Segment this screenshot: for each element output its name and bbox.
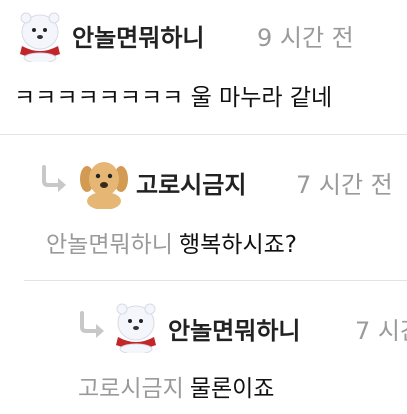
reply-comment-item: 고로시금지 7 시간 전 안놀면뭐하니 행복하시죠? <box>0 135 407 280</box>
polar-bear-avatar-icon[interactable] <box>14 10 66 62</box>
comment-body: 고로시금지 물론이죠 <box>78 369 274 403</box>
comment-author[interactable]: 고로시금지 <box>136 165 246 200</box>
comment-timestamp: 7 시간 전 <box>296 171 393 199</box>
reply-arrow-icon <box>42 165 66 192</box>
comment-author[interactable]: 안놀면뭐하니 <box>168 311 300 346</box>
comment-text: 행복하시죠? <box>178 232 297 258</box>
comment-item: 안놀면뭐하니 9 시간 전 ㅋㅋㅋㅋㅋㅋㅋㅋ 울 마누라 같네 <box>0 0 407 134</box>
comment-body: 안놀면뭐하니 행복하시죠? <box>46 225 297 259</box>
polar-bear-avatar-icon[interactable] <box>110 301 162 353</box>
comment-timestamp: 7 시간 전 <box>355 317 407 345</box>
reply-arrow-icon <box>80 311 104 338</box>
comment-author[interactable]: 안놀면뭐하니 <box>72 18 204 53</box>
comment-timestamp: 9 시간 전 <box>257 24 354 52</box>
reply-comment-item: 안놀면뭐하니 7 시간 전 고로시금지물론이죠 <box>0 281 407 414</box>
comment-body: ㅋㅋㅋㅋㅋㅋㅋㅋ 울 마누라 같네 <box>14 85 333 111</box>
mention-username[interactable]: 고로시금지 <box>78 376 184 402</box>
golden-puppy-avatar-icon[interactable] <box>78 157 130 209</box>
mention-username[interactable]: 안놀면뭐하니 <box>46 232 173 258</box>
comment-text: 물론이죠 <box>189 376 275 402</box>
